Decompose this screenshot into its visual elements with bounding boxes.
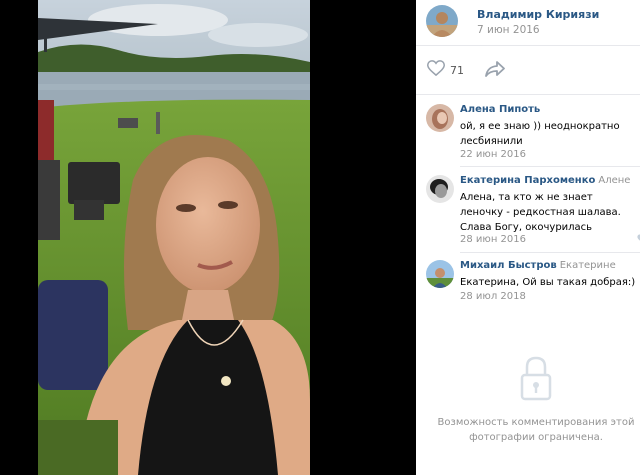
comments-closed-notice: Возможность комментирования этой фотогра… bbox=[437, 417, 635, 443]
owner-avatar[interactable] bbox=[426, 5, 458, 37]
comment-reply-to[interactable]: Екатерине bbox=[560, 260, 616, 271]
comment-author-line: Михаил Быстров Екатерине bbox=[460, 260, 616, 271]
like-button[interactable]: 71 bbox=[426, 60, 487, 80]
photo[interactable] bbox=[38, 0, 310, 475]
divider bbox=[460, 252, 640, 253]
owner-name[interactable]: Владимир Кириязи bbox=[477, 8, 599, 21]
comment-author-line: Екатерина Пархоменко Алене bbox=[460, 175, 630, 186]
share-button[interactable] bbox=[485, 61, 507, 79]
comment-author[interactable]: Михаил Быстров bbox=[460, 260, 557, 271]
commenter-avatar[interactable] bbox=[426, 104, 454, 132]
comment-author[interactable]: Алена Пипоть bbox=[460, 104, 540, 115]
divider bbox=[416, 94, 640, 95]
commenter-avatar[interactable] bbox=[426, 260, 454, 288]
comment-item: Михаил Быстров Екатерине Екатерина, Ой вы… bbox=[426, 260, 640, 310]
info-panel: Владимир Кириязи 7 июн 2016 71 Алена Пип… bbox=[416, 0, 640, 475]
share-arrow-icon bbox=[485, 61, 505, 81]
comment-text: ой, я ее знаю )) неоднократно лесбиянили bbox=[460, 121, 620, 147]
divider bbox=[416, 45, 640, 46]
lock-icon bbox=[519, 355, 553, 403]
comment-author-line: Алена Пипоть bbox=[460, 104, 540, 115]
comment-author[interactable]: Екатерина Пархоменко bbox=[460, 175, 595, 186]
comment-text: Екатерина, Ой вы такая добрая:) bbox=[460, 277, 636, 288]
comment-date[interactable]: 22 июн 2016 bbox=[460, 149, 526, 160]
comment-text: Алена, та кто ж не знает леночку - редко… bbox=[460, 192, 621, 233]
comment-reply-to[interactable]: Алене bbox=[598, 175, 630, 186]
comment-date[interactable]: 28 июн 2016 bbox=[460, 234, 526, 245]
commenter-avatar[interactable] bbox=[426, 175, 454, 203]
divider bbox=[460, 166, 640, 167]
comment-item: Алена Пипоть ой, я ее знаю )) неоднократ… bbox=[426, 104, 640, 162]
comment-item: Екатерина Пархоменко Алене Алена, та кто … bbox=[426, 175, 640, 249]
heart-outline-icon bbox=[426, 60, 446, 80]
comment-date[interactable]: 28 июл 2018 bbox=[460, 291, 526, 302]
photo-viewer bbox=[0, 0, 416, 475]
likes-count: 71 bbox=[450, 63, 464, 77]
post-date[interactable]: 7 июн 2016 bbox=[477, 24, 540, 36]
